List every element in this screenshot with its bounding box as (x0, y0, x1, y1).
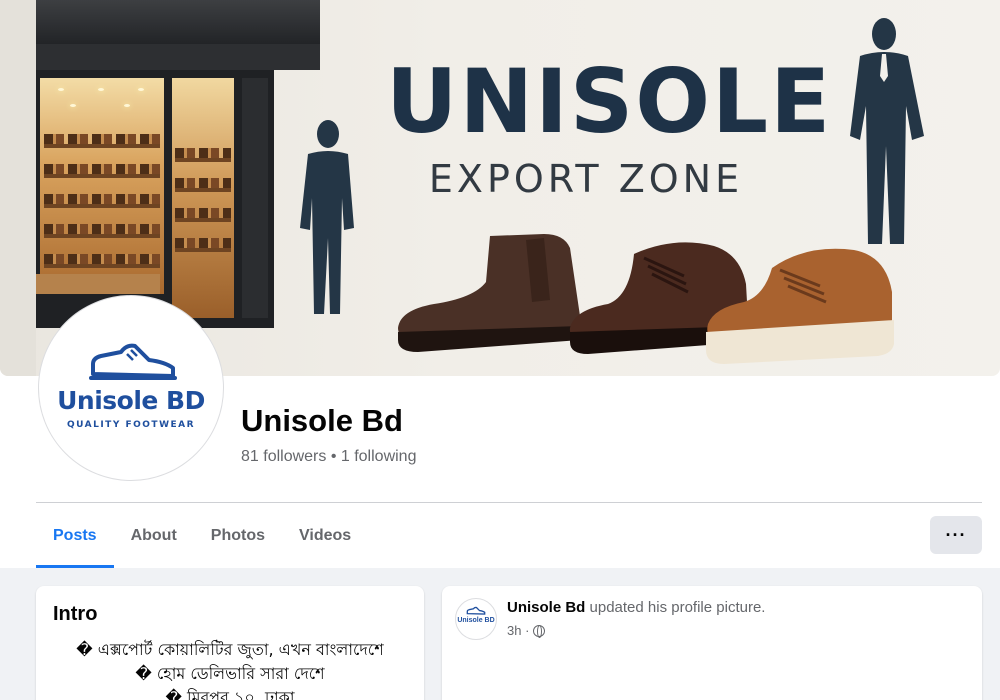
post-meta: 3h · (507, 623, 546, 638)
shoe-logo-icon (466, 606, 486, 615)
tab-about[interactable]: About (114, 504, 194, 568)
post-timestamp[interactable]: 3h · (507, 623, 529, 638)
follower-stats[interactable]: 81 followers • 1 following (241, 448, 416, 466)
cover-brand-subtitle: EXPORT ZONE (428, 157, 744, 201)
post-author-link[interactable]: Unisole Bd (507, 599, 585, 616)
chelsea-boot-image (398, 234, 581, 352)
header-divider (36, 502, 982, 503)
intro-line: � মিরপুর ১০, ঢাকা (165, 688, 295, 700)
avatar-tagline: QUALITY FOOTWEAR (66, 420, 196, 430)
intro-bio: � এক্সপোর্ট কোয়ালিটির জুতা, এখন বাংলাদে… (36, 638, 424, 700)
intro-title: Intro (53, 603, 98, 625)
tab-posts[interactable]: Posts (36, 504, 114, 568)
globe-icon[interactable] (533, 624, 546, 638)
shop-door-window (172, 78, 234, 318)
cover-edge (0, 0, 36, 376)
tab-videos[interactable]: Videos (282, 504, 368, 568)
man-silhouette-right (850, 18, 924, 244)
post-header: Unisole Bd updated his profile picture. (507, 599, 765, 616)
man-silhouette-left (300, 120, 354, 314)
post-action-text: updated his profile picture. (585, 599, 766, 616)
post-card: Unisole BD Unisole Bd updated his profil… (442, 586, 982, 700)
shop-storefront (36, 0, 320, 330)
shop-awning (36, 0, 320, 44)
profile-tabs: Posts About Photos Videos (36, 504, 368, 568)
intro-line: � এক্সপোর্ট কোয়ালিটির জুতা, এখন বাংলাদে… (76, 640, 384, 659)
avatar-brand-text: Unisole BD (57, 386, 205, 415)
post-author-avatar[interactable]: Unisole BD (455, 598, 497, 640)
suede-sneaker-image (706, 248, 894, 364)
page-title: Unisole Bd (241, 403, 403, 438)
tab-photos[interactable]: Photos (194, 504, 282, 568)
profile-avatar[interactable]: Unisole BD QUALITY FOOTWEAR (39, 296, 223, 480)
intro-line: � হোম ডেলিভারি সারা দেশে (135, 664, 325, 683)
intro-card: Intro � এক্সপোর্ট কোয়ালিটির জুতা, এখন ব… (36, 586, 424, 700)
shop-window (36, 78, 164, 294)
more-options-button[interactable]: ··· (930, 516, 982, 554)
post-avatar-brand: Unisole BD (457, 617, 495, 624)
shoe-logo-icon (89, 343, 177, 380)
cover-brand-title: UNISOLE (386, 50, 833, 153)
